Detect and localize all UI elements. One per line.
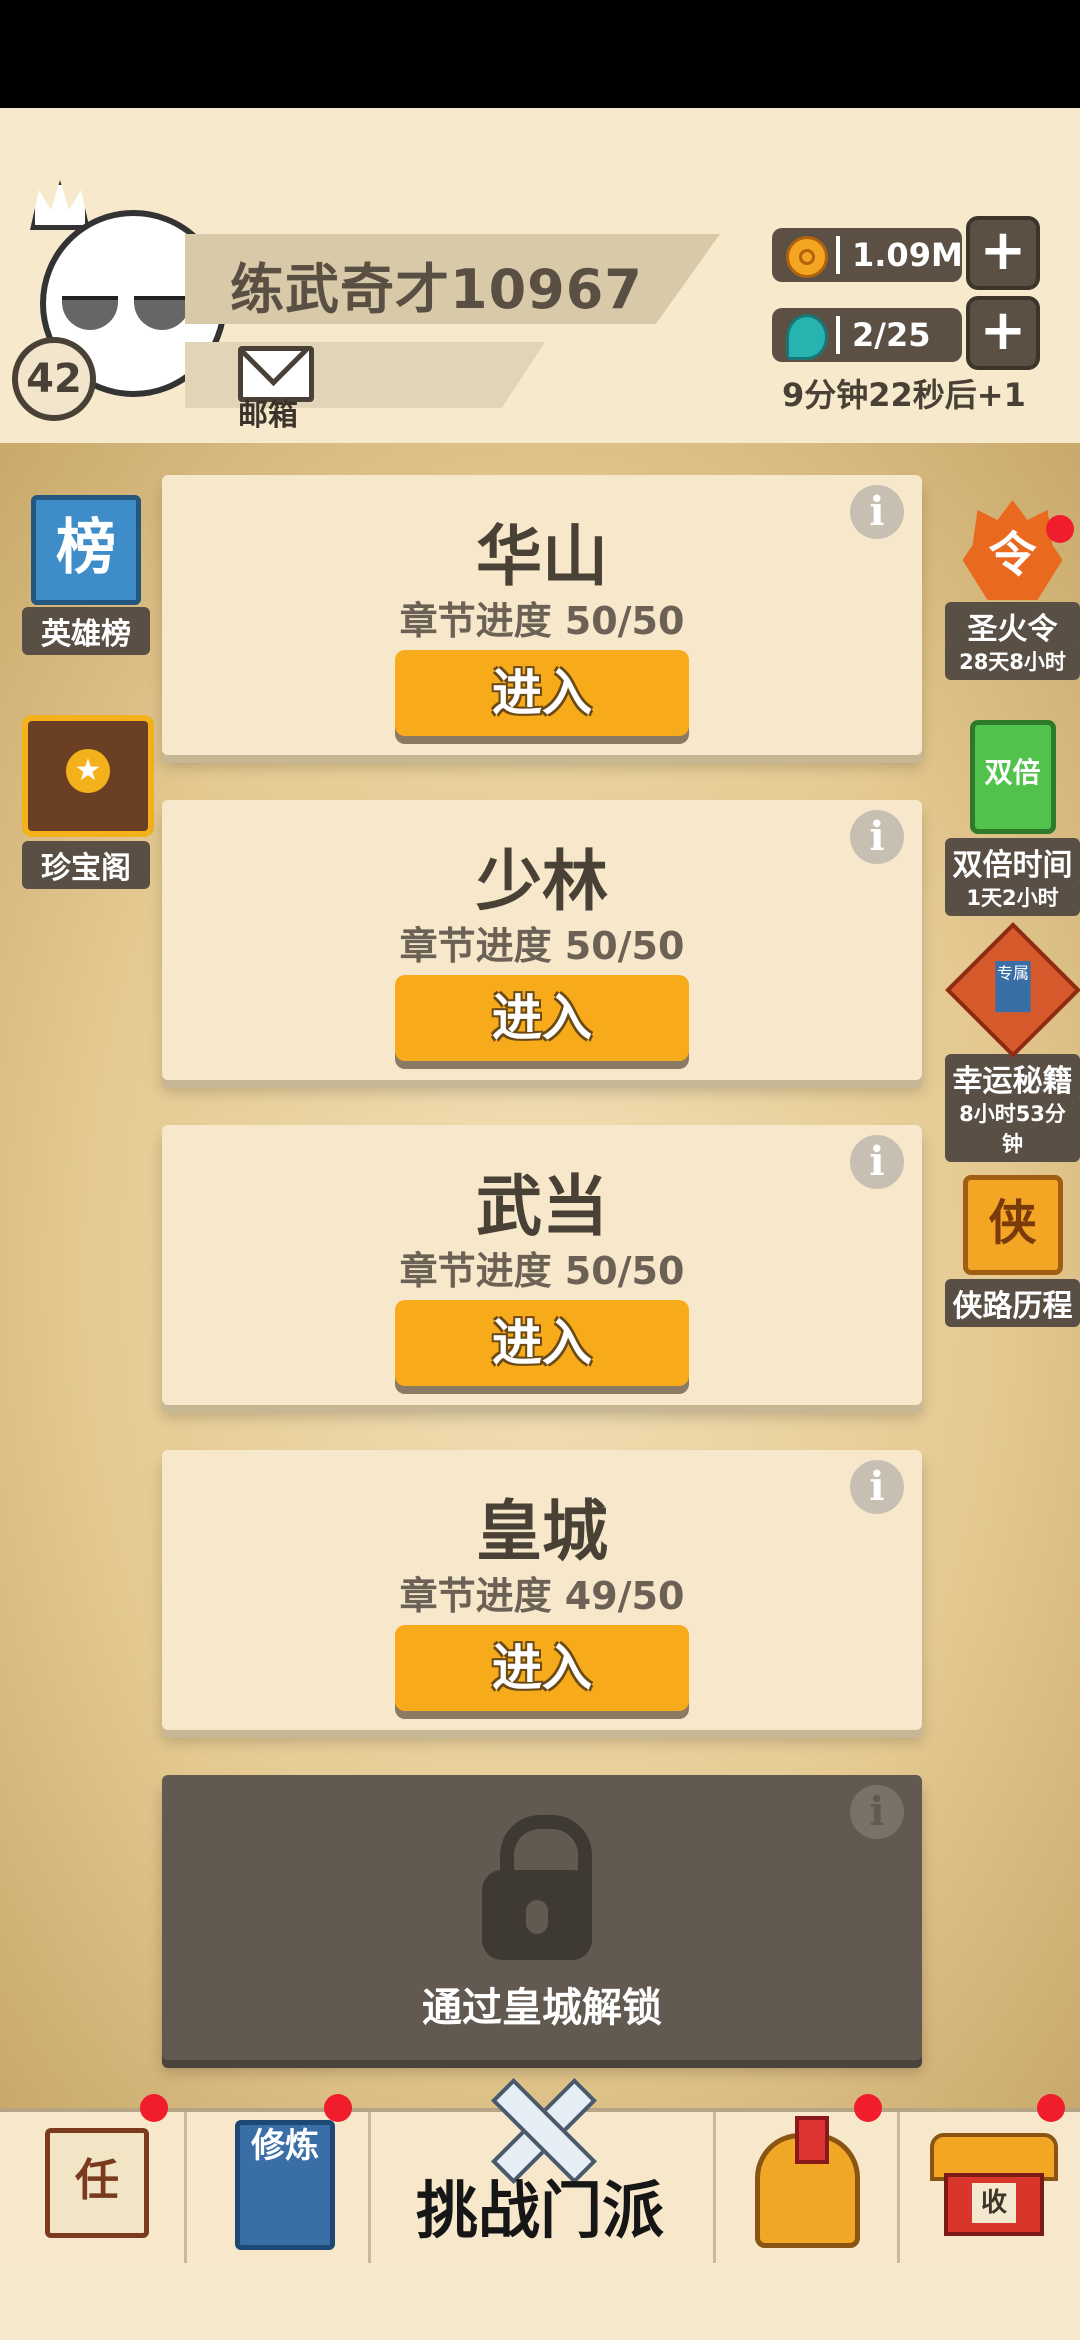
sect-card-shaolin: 少林 章节进度 50/50 进入 i — [162, 800, 922, 1080]
player-name: 练武奇才10967 — [230, 258, 643, 321]
sidebar-item-leaderboard[interactable]: 榜 英雄榜 — [22, 495, 150, 655]
info-icon[interactable]: i — [850, 1460, 904, 1514]
sidebar-item-double-time[interactable]: 双倍 双倍时间 1天2小时 — [945, 720, 1080, 916]
divider — [836, 316, 840, 354]
sidebar-label: 侠路历程 — [945, 1279, 1080, 1327]
sidebar-item-lucky-book[interactable]: 专属 幸运秘籍 8小时53分钟 — [944, 922, 1080, 1162]
shop-icon: 收 — [930, 2133, 1058, 2236]
sidebar-label: 圣火令 — [945, 602, 1080, 650]
sidebar-item-treasure[interactable]: 珍宝阁 — [22, 715, 154, 889]
sacred-fire-icon: 令 — [962, 500, 1063, 600]
info-icon[interactable]: i — [850, 485, 904, 539]
info-icon[interactable]: i — [850, 1135, 904, 1189]
chapter-progress: 章节进度 50/50 — [399, 924, 685, 968]
chapter-progress: 章节进度 50/50 — [399, 1249, 685, 1293]
sidebar-item-hero-journey[interactable]: 侠 侠路历程 — [945, 1175, 1080, 1327]
sidebar-label: 幸运秘籍 — [945, 1054, 1080, 1102]
notification-dot — [140, 2094, 168, 2122]
coin-value: 1.09M — [852, 236, 963, 274]
notification-dot — [1046, 515, 1074, 543]
status-bar — [0, 0, 1080, 108]
hero-journey-icon: 侠 — [962, 1175, 1063, 1275]
sidebar-sublabel: 8小时53分钟 — [945, 1098, 1080, 1162]
sect-name: 武当 — [476, 1168, 608, 1245]
enter-button[interactable]: 进入 — [395, 650, 689, 736]
notification-dot — [324, 2094, 352, 2122]
add-stamina-button[interactable]: + — [966, 296, 1040, 370]
mail-label[interactable]: 邮箱 — [238, 390, 298, 434]
challenge-sect-label[interactable]: 挑战门派 — [370, 2160, 710, 2250]
crown-icon — [30, 180, 90, 230]
treasure-chest-icon — [22, 715, 154, 837]
shop-body: 收 — [944, 2173, 1044, 2236]
stamina-counter: 2/25 — [772, 308, 962, 362]
shop-sign: 收 — [972, 2183, 1016, 2223]
avatar-eye-left — [62, 296, 118, 330]
cultivate-book-icon: 修炼 — [235, 2120, 335, 2250]
notification-dot — [1037, 2094, 1065, 2122]
enter-button[interactable]: 进入 — [395, 1300, 689, 1386]
info-icon[interactable]: i — [850, 1785, 904, 1839]
task-scroll-icon: 任 — [45, 2128, 149, 2238]
sect-name: 皇城 — [476, 1493, 608, 1570]
notification-dot — [854, 2094, 882, 2122]
coin-counter: 1.09M — [772, 228, 963, 282]
helmet-icon — [755, 2116, 860, 2248]
level-badge: 42 — [12, 337, 96, 421]
avatar-eye-right — [134, 296, 190, 330]
locked-sect-card: i 通过皇城解锁 — [162, 1775, 922, 2060]
lucky-book-icon: 专属 — [944, 922, 1080, 1058]
coin-icon — [786, 236, 828, 278]
info-icon[interactable]: i — [850, 810, 904, 864]
lock-keyhole — [526, 1900, 548, 1934]
sect-card-imperial-city: 皇城 章节进度 49/50 进入 i — [162, 1450, 922, 1730]
leaderboard-icon: 榜 — [31, 495, 141, 605]
stamina-timer: 9分钟22秒后+1 — [782, 376, 1026, 414]
add-coins-button[interactable]: + — [966, 216, 1040, 290]
lock-icon — [482, 1815, 592, 1960]
bottom-strip — [0, 2263, 1080, 2340]
sect-name: 少林 — [476, 843, 608, 920]
chapter-progress: 章节进度 49/50 — [399, 1574, 685, 1618]
enter-button[interactable]: 进入 — [395, 975, 689, 1061]
sidebar-label: 双倍时间 — [945, 838, 1080, 886]
sect-card-wudang: 武当 章节进度 50/50 进入 i — [162, 1125, 922, 1405]
sidebar-sublabel: 28天8小时 — [945, 646, 1080, 680]
enter-button[interactable]: 进入 — [395, 1625, 689, 1711]
divider — [836, 236, 840, 274]
stamina-gem-icon — [786, 314, 828, 360]
chapter-progress: 章节进度 50/50 — [399, 599, 685, 643]
stamina-value: 2/25 — [852, 316, 931, 354]
crossed-swords-icon — [478, 2072, 598, 2185]
book-label: 专属 — [994, 961, 1031, 1013]
double-time-icon: 双倍 — [969, 720, 1056, 834]
sidebar-sublabel: 1天2小时 — [945, 882, 1080, 916]
sect-card-huashan: 华山 章节进度 50/50 进入 i — [162, 475, 922, 755]
sect-name: 华山 — [476, 518, 608, 595]
unlock-hint: 通过皇城解锁 — [422, 1985, 662, 2031]
sidebar-label: 珍宝阁 — [22, 841, 150, 889]
sidebar-label: 英雄榜 — [22, 607, 150, 655]
